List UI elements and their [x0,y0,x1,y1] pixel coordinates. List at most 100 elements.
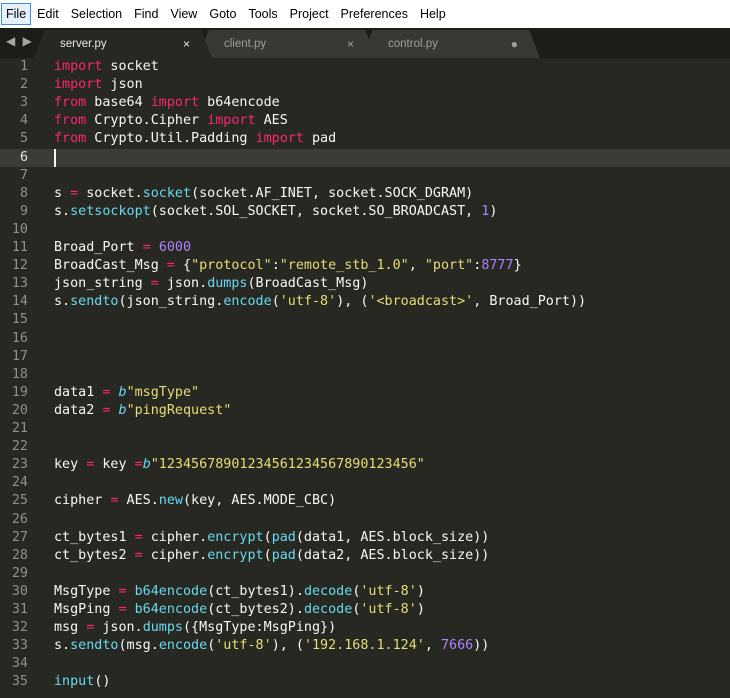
menu-find[interactable]: Find [128,3,164,25]
menu-goto[interactable]: Goto [203,3,242,25]
close-icon[interactable]: × [347,37,354,51]
code-token: json_string [54,276,151,292]
code-token: import [207,113,256,129]
menu-project[interactable]: Project [284,3,335,25]
code-line[interactable]: 26 [0,511,730,529]
code-token: () [94,674,111,690]
code-token: ( [271,294,280,310]
code-line[interactable]: 29 [0,565,730,583]
code-token: key [94,457,135,473]
code-token: (json_string. [118,294,224,310]
code-line[interactable]: 14 s.sendto(json_string.encode('utf-8'), … [0,293,730,311]
line-number: 3 [19,95,28,111]
code-line[interactable]: 5 from Crypto.Util.Padding import pad [0,130,730,148]
menu-view[interactable]: View [164,3,203,25]
code-token: (ct_bytes1). [207,583,304,599]
code-line[interactable]: 31 MsgPing = b64encode(ct_bytes2).decode(… [0,601,730,619]
code-token: (ct_bytes2). [207,602,304,617]
code-token: sendto [70,294,119,310]
code-line[interactable]: 34 [0,655,730,673]
code-token: 7666 [441,638,474,654]
code-line[interactable]: 7 [0,167,730,185]
code-token: (data1, AES.block_size)) [295,529,490,545]
code-line[interactable]: 35 input() [0,673,730,691]
code-line[interactable]: 12 BroadCast_Msg = {"protocol":"remote_st… [0,257,730,275]
menu-file[interactable]: File [1,3,32,25]
code-line[interactable]: 24 [0,474,730,492]
tab-client-py[interactable]: client.py × [198,30,376,58]
tab-nav-arrows-icon[interactable]: ◀ ▶ [6,34,34,48]
code-line[interactable]: 18 [0,366,730,384]
code-line[interactable]: 30 MsgType = b64encode(ct_bytes1).decode(… [0,583,730,601]
code-line[interactable]: 8 s = socket.socket(socket.AF_INET, socke… [0,185,730,203]
menu-edit[interactable]: Edit [31,3,65,25]
code-line[interactable]: 16 [0,330,730,348]
menu-preferences[interactable]: Preferences [335,3,414,25]
code-token: msg [54,620,87,636]
line-number: 26 [11,511,28,527]
code-line[interactable]: 19 data1 = b"msgType" [0,384,730,402]
code-token: pad [271,547,296,563]
code-line[interactable]: 9 s.setsockopt(socket.SOL_SOCKET, socket.… [0,203,730,221]
menu-tools[interactable]: Tools [242,3,283,25]
text-cursor [54,148,56,167]
line-number: 14 [11,294,28,310]
tab-control-py[interactable]: control.py ● [362,30,540,58]
code-token: sendto [70,638,119,654]
code-line[interactable]: 17 [0,348,730,366]
menu-bar: File Edit Selection Find View Goto Tools Projec… [0,0,730,28]
line-number: 4 [19,113,28,129]
menu-help[interactable]: Help [414,3,452,25]
code-token: Crypto.Util.Padding [86,131,256,147]
code-token: = [134,529,143,545]
close-icon[interactable]: × [183,37,190,51]
code-line[interactable]: 32 msg = json.dumps({MsgType:MsgPing}) [0,619,730,637]
code-line[interactable]: 20 data2 = b"pingRequest" [0,402,730,420]
code-line[interactable]: 33 s.sendto(msg.encode('utf-8'), ('192.16… [0,637,730,655]
code-editor[interactable]: 1 import socket 2 import json 3 from base64 i… [0,58,730,698]
code-token: b [118,384,127,400]
code-line[interactable]: 21 [0,420,730,438]
menu-selection[interactable]: Selection [65,3,128,25]
line-code: Broad_Port = 6000 [54,239,191,257]
code-token: 'utf-8' [215,638,272,654]
code-line[interactable]: 10 [0,221,730,239]
tab-label: client.py [224,38,267,50]
code-token: ) [416,583,425,599]
code-line[interactable]: 27 ct_bytes1 = cipher.encrypt(pad(data1, … [0,529,730,547]
code-token: from [54,95,87,111]
code-line[interactable]: 6 [0,148,730,167]
code-line[interactable]: 22 [0,438,730,456]
code-token: dumps [142,620,183,636]
line-number: 13 [11,276,28,292]
code-line[interactable]: 2 import json [0,76,730,94]
code-token: new [158,493,183,509]
code-line[interactable]: 1 import socket [0,58,730,76]
code-token: = [166,258,175,274]
line-number: 11 [11,240,28,255]
tab-label: server.py [60,38,107,50]
line-number: 16 [11,330,28,346]
code-token: s [54,185,71,201]
line-number: 22 [11,439,28,455]
code-line[interactable]: 13 json_string = json.dumps(BroadCast_Msg… [0,275,730,293]
code-line[interactable]: 4 from Crypto.Cipher import AES [0,112,730,130]
code-line[interactable]: 11 Broad_Port = 6000 [0,239,730,257]
code-token: json [102,77,143,93]
code-token: AES. [118,493,159,509]
code-token: = [118,602,127,617]
code-token: (socket.SOL_SOCKET, socket.SO_BROADCAST, [150,203,482,219]
code-token: cipher. [142,547,208,563]
tab-server-py[interactable]: server.py × [34,30,212,58]
code-line[interactable]: 3 from base64 import b64encode [0,94,730,112]
unsaved-dot-icon[interactable]: ● [511,37,518,51]
code-line[interactable]: 28 ct_bytes2 = cipher.encrypt(pad(data2, … [0,547,730,565]
code-line[interactable]: 25 cipher = AES.new(key, AES.MODE_CBC) [0,492,730,510]
line-number: 17 [11,348,28,364]
code-line[interactable]: 15 [0,311,730,329]
code-token: = [150,276,159,292]
code-token: 6000 [158,240,192,255]
code-line[interactable]: 23 key = key =b"1234567890123456123456789… [0,456,730,474]
line-number: 25 [11,493,28,509]
